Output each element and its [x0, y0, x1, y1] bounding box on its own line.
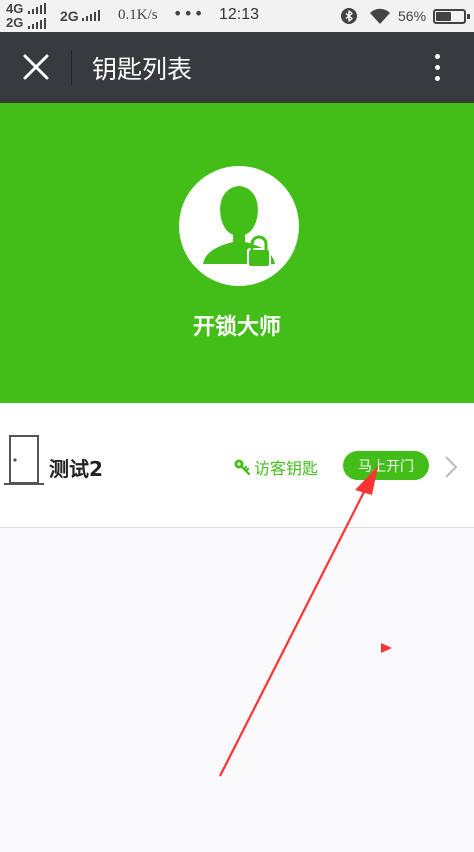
close-icon — [23, 54, 49, 80]
user-lock-icon — [203, 186, 275, 268]
battery-percentage: 56% — [398, 8, 427, 24]
status-bar: 4G 2G 2G 0.1K/s ••• 12:13 56% — [0, 0, 474, 32]
chevron-right-icon — [445, 456, 458, 478]
user-name: 开锁大师 — [192, 315, 281, 340]
title-divider — [71, 50, 72, 85]
battery-level — [436, 12, 451, 21]
visitor-key-link[interactable]: 访客钥匙 — [233, 455, 318, 479]
more-vertical-icon — [434, 53, 440, 59]
more-options-button[interactable] — [420, 45, 454, 89]
page-title: 钥匙列表 — [92, 55, 193, 84]
more-notifications: ••• — [173, 4, 205, 23]
close-button[interactable] — [14, 45, 58, 89]
network-speed: 0.1K/s — [118, 7, 158, 23]
avatar — [179, 166, 299, 286]
open-door-button[interactable]: 马上开门 — [343, 451, 429, 480]
open-door-label: 马上开门 — [358, 458, 414, 475]
network-indicator: 4G 2G — [6, 1, 58, 31]
bluetooth-icon — [341, 8, 357, 24]
wifi-icon — [370, 8, 390, 24]
signal-bars-icon — [28, 18, 46, 29]
signal-bars-icon — [28, 3, 46, 14]
network-type-1: 4G — [6, 1, 24, 16]
door-icon — [4, 435, 44, 485]
clock: 12:13 — [219, 6, 260, 23]
title-bar: 钥匙列表 — [0, 32, 474, 103]
visitor-key-label: 访客钥匙 — [254, 459, 319, 478]
annotation-marker — [381, 643, 392, 653]
network-type-3: 2G — [60, 8, 79, 24]
key-name: 测试2 — [49, 457, 103, 481]
battery-icon — [433, 9, 470, 24]
signal-bars-icon — [82, 10, 100, 21]
network-type-2: 2G — [6, 15, 24, 30]
list-item[interactable]: 测试2 访客钥匙 马上开门 — [0, 403, 474, 528]
key-icon — [234, 459, 251, 476]
profile-header: 开锁大师 — [0, 103, 474, 403]
